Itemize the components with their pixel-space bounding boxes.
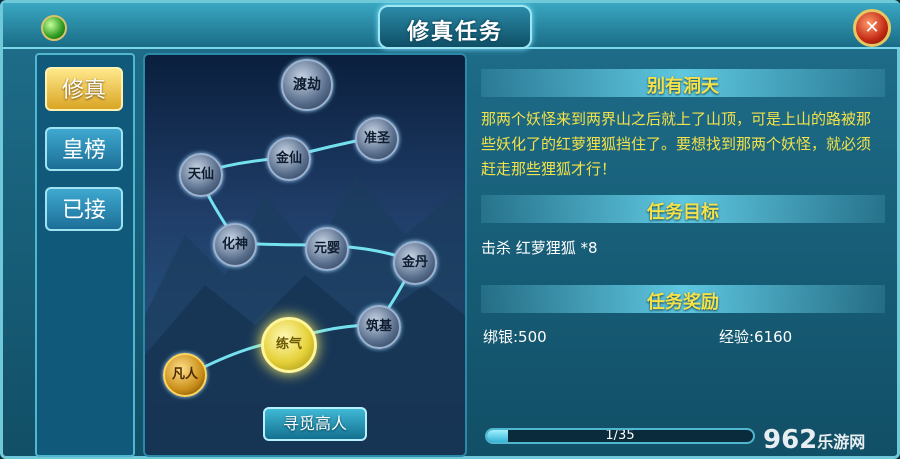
tab-yijie[interactable]: 已接 [45, 187, 123, 231]
node-jinxian[interactable]: 金仙 [267, 137, 311, 181]
target-header-bar: 任务目标 [481, 195, 885, 223]
tab-huangbang[interactable]: 皇榜 [45, 127, 123, 171]
node-zhuji[interactable]: 筑基 [357, 305, 401, 349]
node-lianqi[interactable]: 练气 [261, 317, 317, 373]
site-watermark: 962乐游网 [763, 425, 865, 455]
node-fanren[interactable]: 凡人 [163, 353, 207, 397]
node-huashen[interactable]: 化神 [213, 223, 257, 267]
quest-window: 修真任务 ✕ 修真 皇榜 已接 渡劫 准圣 金仙 天仙 化神 元婴 金丹 筑基 … [0, 0, 900, 459]
quest-name-bar: 别有洞天 [481, 69, 885, 97]
sidebar: 修真 皇榜 已接 [35, 53, 135, 457]
target-header: 任务目标 [647, 202, 719, 223]
close-button[interactable]: ✕ [853, 9, 891, 47]
reward-header: 任务奖励 [647, 292, 719, 313]
status-gem-icon [41, 15, 67, 41]
reward-silver: 绑银:500 [483, 328, 547, 346]
title-plate: 修真任务 [378, 5, 532, 49]
cultivation-map: 渡劫 准圣 金仙 天仙 化神 元婴 金丹 筑基 练气 凡人 寻觅高人 [143, 53, 467, 457]
title-bar: 修真任务 ✕ [3, 3, 900, 49]
progress-text: 1/35 [605, 428, 635, 443]
window-title: 修真任务 [406, 20, 503, 45]
reward-header-bar: 任务奖励 [481, 285, 885, 313]
node-zhunsheng[interactable]: 准圣 [355, 117, 399, 161]
progress-bar: 1/35 [485, 428, 755, 444]
node-jindan[interactable]: 金丹 [393, 241, 437, 285]
node-yuanying[interactable]: 元婴 [305, 227, 349, 271]
quest-name: 别有洞天 [647, 76, 719, 97]
reward-exp: 经验:6160 [719, 328, 793, 346]
quest-target: 击杀 红萝狸狐 *8 [481, 239, 598, 257]
watermark-main: 962 [763, 425, 818, 455]
quest-story: 那两个妖怪来到两界山之后就上了山顶，可是上山的路被那些妖化了的红萝狸狐挡住了。要… [481, 110, 872, 178]
watermark-sub: 乐游网 [817, 432, 866, 452]
node-dujie[interactable]: 渡劫 [281, 59, 333, 111]
tab-xiuzhen[interactable]: 修真 [45, 67, 123, 111]
seek-master-button[interactable]: 寻觅高人 [263, 407, 367, 441]
node-tianxian[interactable]: 天仙 [179, 153, 223, 197]
